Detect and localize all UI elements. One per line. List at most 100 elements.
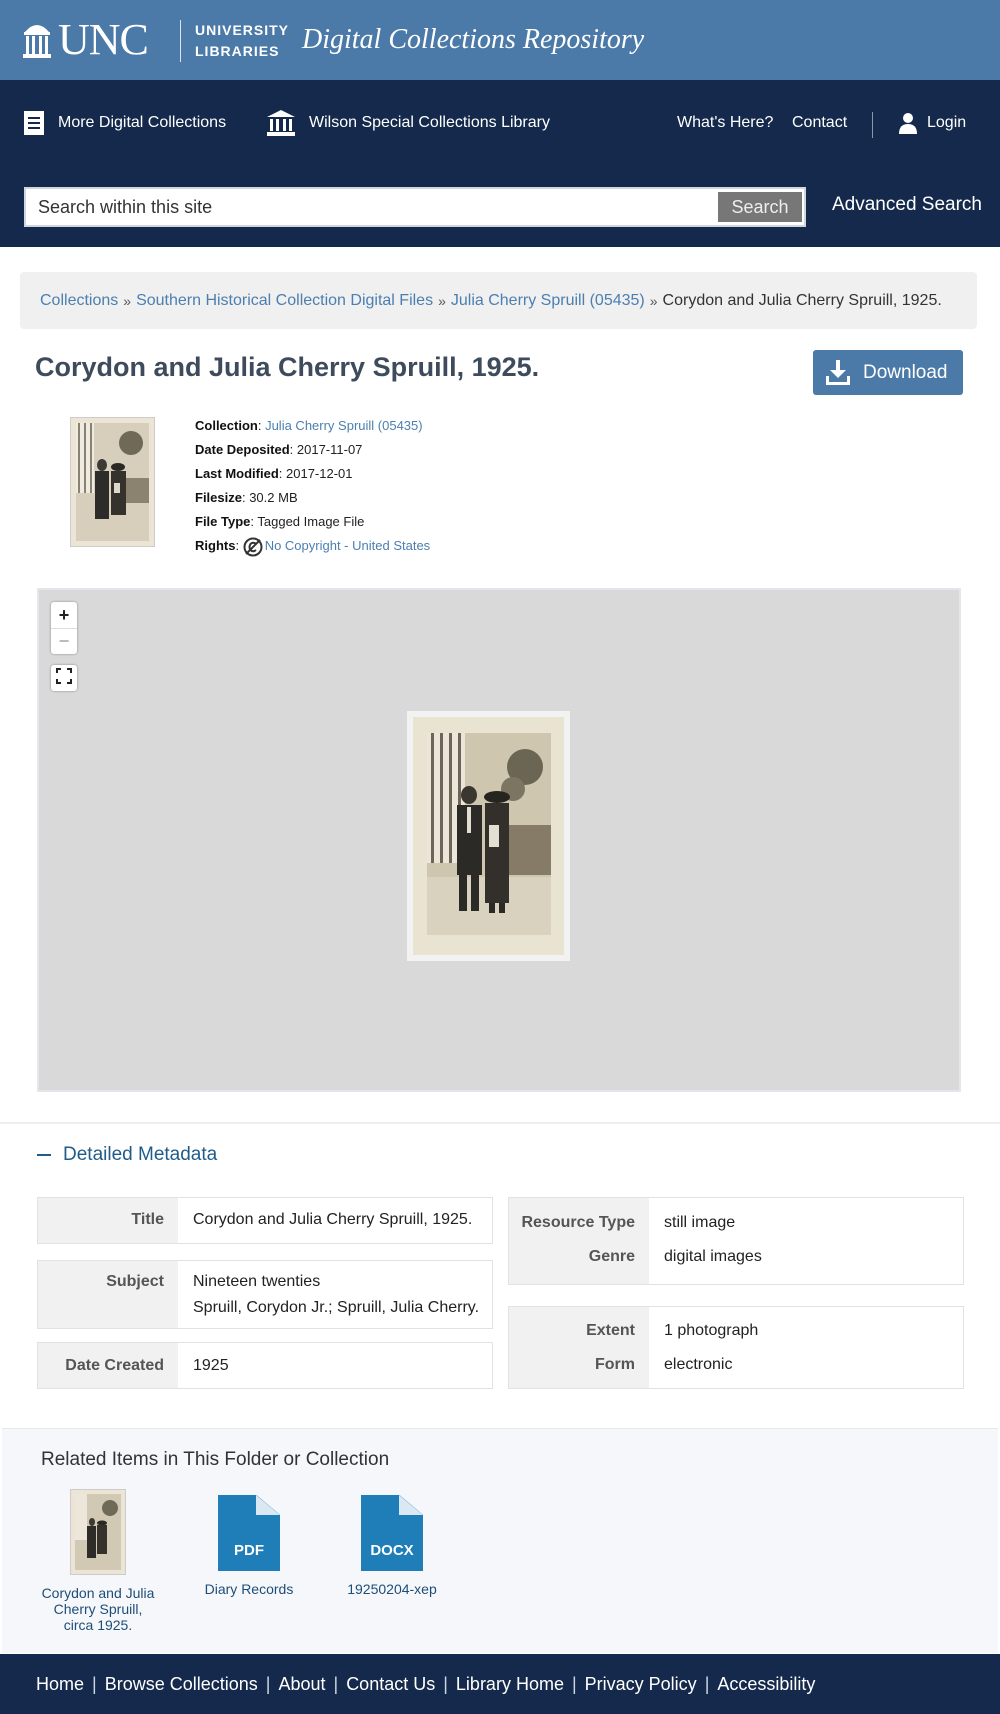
well-logo-icon (22, 20, 52, 60)
file-extension-label: DOCX (370, 1542, 414, 1559)
no-copyright-icon (243, 537, 263, 557)
libraries-line-2: LIBRARIES (195, 43, 280, 59)
metadata-resource-type-value: still image (664, 1214, 736, 1231)
footer-browse-collections-link[interactable]: Browse Collections (105, 1674, 258, 1695)
summary-date-deposited-label: Date Deposited (195, 442, 290, 457)
summary-rights: Rights: No Copyright - United States (195, 534, 430, 558)
download-button[interactable]: Download (813, 350, 963, 395)
footer-separator: | (704, 1673, 710, 1694)
footer-about-link[interactable]: About (278, 1674, 325, 1695)
summary-date-deposited-value: 2017-11-07 (296, 442, 363, 457)
nav-more-digital-collections[interactable]: More Digital Collections (24, 80, 226, 165)
metadata-extent-label: Extent (586, 1322, 635, 1339)
download-icon (825, 359, 851, 386)
footer-contact-us-link[interactable]: Contact Us (346, 1674, 435, 1695)
related-item-docx[interactable]: DOCX 19250204-xep (332, 1487, 452, 1597)
file-extension-label: PDF (234, 1542, 264, 1559)
metadata-extent-table: Extent 1 photograph Form electronic (508, 1306, 964, 1389)
unc-wordmark: UNC (58, 15, 149, 64)
footer-separator: | (265, 1673, 271, 1694)
detailed-metadata-toggle[interactable]: Detailed Metadata (37, 1144, 217, 1166)
footer-home-link[interactable]: Home (36, 1674, 84, 1695)
university-libraries-wordmark[interactable]: UNIVERSITY LIBRARIES (195, 20, 289, 62)
nav-contact[interactable]: Contact (792, 80, 847, 165)
metadata-genre-value[interactable]: digital images (664, 1244, 762, 1270)
metadata-subject-value-2[interactable]: Spruill, Corydon Jr.; Spruill, Julia Che… (193, 1295, 479, 1321)
metadata-resource-type-label: Resource Type (521, 1214, 635, 1231)
metadata-date-table: Date Created 1925 (37, 1342, 493, 1389)
summary-date-deposited: Date Deposited: 2017-11-07 (195, 442, 363, 457)
footer-separator: | (571, 1673, 577, 1694)
nav-wilson-library[interactable]: Wilson Special Collections Library (267, 80, 550, 165)
fullscreen-icon (56, 667, 72, 689)
footer-library-home-link[interactable]: Library Home (456, 1674, 564, 1695)
metadata-subject-label: Subject (106, 1273, 164, 1290)
caption-line: Cherry Spruill, (53, 1601, 143, 1617)
summary-filesize: Filesize: 30.2 MB (195, 490, 298, 505)
viewer-photo[interactable] (407, 711, 570, 961)
zoom-in-button[interactable]: + (51, 602, 77, 628)
related-photo-thumbnail (70, 1489, 126, 1575)
advanced-search-link[interactable]: Advanced Search (832, 194, 982, 216)
metadata-title-table: Title Corydon and Julia Cherry Spruill, … (37, 1197, 493, 1244)
footer: Home | Browse Collections | About | Cont… (0, 1654, 1000, 1714)
search-box: Search (24, 187, 806, 227)
related-docx-caption: 19250204-xep (347, 1581, 437, 1597)
related-item-diary-records[interactable]: PDF Diary Records (189, 1487, 309, 1597)
related-items-section: Related Items in This Folder or Collecti… (2, 1428, 998, 1653)
breadcrumb-separator: » (123, 292, 132, 309)
summary-file-type-label: File Type (195, 514, 251, 529)
image-viewer[interactable]: + − (37, 588, 961, 1092)
breadcrumb-southern-historical[interactable]: Southern Historical Collection Digital F… (136, 292, 433, 310)
fullscreen-button[interactable] (51, 665, 77, 691)
zoom-out-button[interactable]: − (51, 628, 77, 654)
summary-file-type-value: Tagged Image File (257, 514, 365, 529)
breadcrumb-separator: » (438, 292, 446, 309)
photo-thumbnail-image (76, 423, 149, 541)
summary-collection-label: Collection (195, 418, 258, 433)
metadata-date-created-value: 1925 (193, 1357, 229, 1374)
section-divider (0, 1122, 1000, 1124)
summary-collection: Collection: Julia Cherry Spruill (05435) (195, 418, 423, 433)
main-navbar: More Digital Collections Wilson Special … (0, 80, 1000, 165)
rights-dash: - (340, 538, 353, 553)
metadata-subject-table: Subject Nineteen twenties Spruill, Coryd… (37, 1260, 493, 1329)
related-item-photo[interactable]: Corydon and Julia Cherry Spruill, circa … (28, 1489, 168, 1633)
nav-whats-here[interactable]: What's Here? (677, 80, 773, 165)
site-title[interactable]: Digital Collections Repository (302, 24, 644, 56)
metadata-subject-value-1[interactable]: Nineteen twenties (193, 1269, 320, 1295)
nav-more-digital-collections-label: More Digital Collections (58, 113, 227, 131)
summary-collection-link[interactable]: Julia Cherry Spruill (05435) (265, 418, 423, 433)
summary-rights-label: Rights (195, 538, 236, 553)
footer-accessibility-link[interactable]: Accessibility (717, 1674, 815, 1695)
summary-filesize-label: Filesize (195, 490, 242, 505)
breadcrumb: Collections » Southern Historical Collec… (20, 272, 977, 329)
unc-logo[interactable]: UNC (22, 15, 149, 64)
summary-file-type: File Type: Tagged Image File (195, 514, 365, 529)
rights-united-states-link[interactable]: United States (352, 538, 430, 553)
collapse-minus-icon (37, 1154, 51, 1156)
related-items-title: Related Items in This Folder or Collecti… (41, 1449, 390, 1470)
nav-login-label: Login (927, 113, 967, 131)
metadata-genre-label: Genre (588, 1248, 635, 1265)
related-diary-caption: Diary Records (204, 1581, 294, 1597)
footer-separator: | (333, 1673, 339, 1694)
metadata-extent-value: 1 photograph (664, 1322, 759, 1339)
related-photo-caption: Corydon and Julia Cherry Spruill, circa … (28, 1585, 168, 1633)
search-input[interactable] (38, 189, 678, 225)
nav-divider (872, 112, 873, 138)
metadata-form-value: electronic (664, 1356, 733, 1373)
search-button[interactable]: Search (718, 192, 802, 222)
summary-last-modified-value: 2017-12-01 (286, 466, 353, 481)
nav-wilson-library-label: Wilson Special Collections Library (309, 113, 550, 131)
breadcrumb-julia-cherry-spruill[interactable]: Julia Cherry Spruill (05435) (451, 292, 645, 310)
document-list-icon (24, 110, 44, 135)
nav-login[interactable]: Login (899, 80, 966, 165)
item-thumbnail[interactable] (70, 417, 155, 547)
zoom-controls: + − (51, 602, 77, 654)
footer-privacy-policy-link[interactable]: Privacy Policy (585, 1674, 697, 1695)
breadcrumb-collections[interactable]: Collections (40, 292, 118, 310)
rights-no-copyright-link[interactable]: No Copyright (265, 538, 341, 553)
footer-separator: | (443, 1673, 448, 1694)
top-banner: UNC UNIVERSITY LIBRARIES Digital Collect… (0, 0, 1000, 80)
